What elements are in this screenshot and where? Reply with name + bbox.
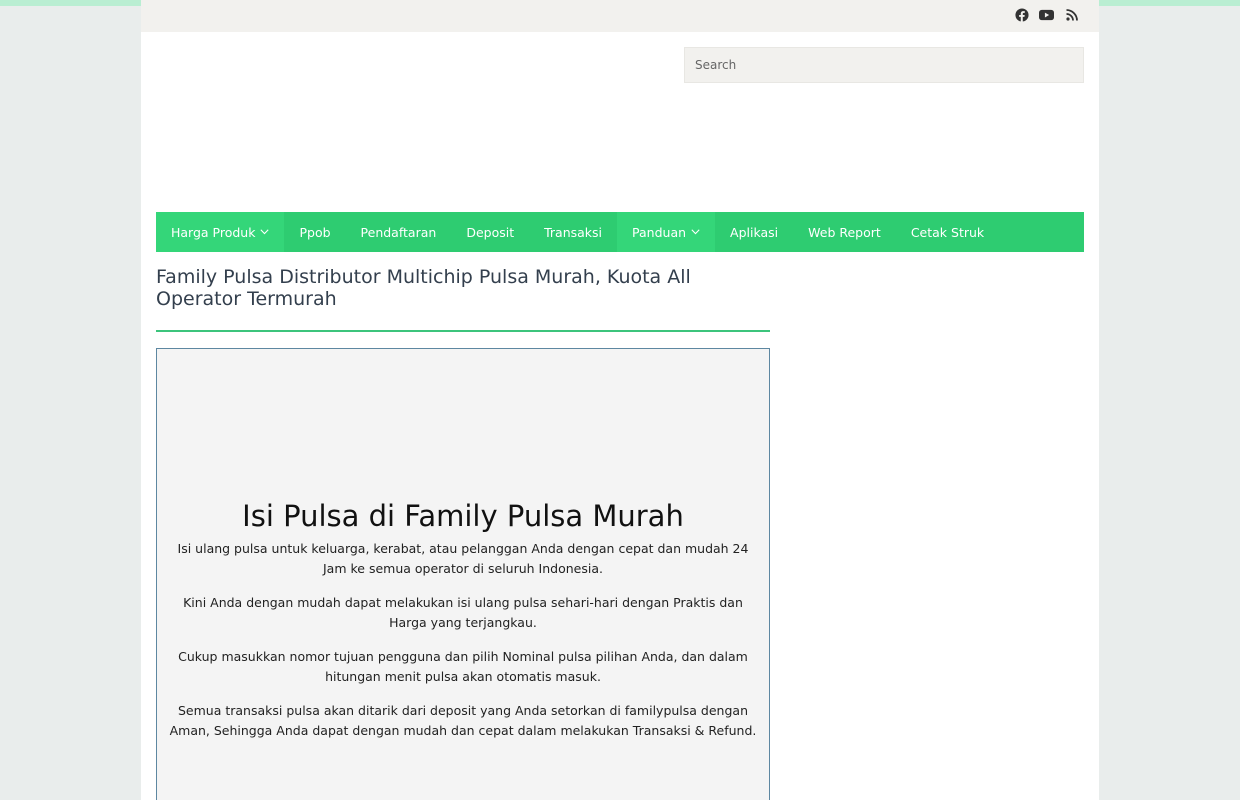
content-paragraph: Kini Anda dengan mudah dapat melakukan i…	[183, 595, 743, 630]
nav-item-label: Cetak Struk	[910, 224, 985, 240]
rss-icon[interactable]	[1064, 7, 1079, 22]
content-heading: Isi Pulsa di Family Pulsa Murah	[242, 499, 684, 533]
page-title: Family Pulsa Distributor Multichip Pulsa…	[156, 266, 691, 310]
nav-item-cetak-struk[interactable]: Cetak Struk	[896, 212, 999, 252]
nav-item-label: Harga Produk	[171, 224, 256, 240]
nav-item-deposit[interactable]: Deposit	[451, 212, 529, 252]
social-links	[1014, 7, 1079, 22]
nav-item-label: Transaksi	[544, 224, 603, 240]
nav-item-label: Ppob	[299, 224, 331, 240]
top-bar	[141, 0, 1099, 32]
content-paragraph: Semua transaksi pulsa akan ditarik dari …	[169, 703, 757, 738]
nav-item-harga-produk[interactable]: Harga Produk	[156, 212, 285, 252]
nav-item-transaksi[interactable]: Transaksi	[529, 212, 617, 252]
content-box: Isi Pulsa di Family Pulsa Murah Isi ulan…	[156, 348, 770, 800]
page-container: Harga Produk Ppob Pendaftaran Deposit Tr…	[141, 0, 1099, 800]
nav-item-label: Pendaftaran	[360, 224, 437, 240]
nav-item-ppob[interactable]: Ppob	[284, 212, 345, 252]
nav-item-label: Web Report	[808, 224, 881, 240]
content-paragraph: Isi ulang pulsa untuk keluarga, kerabat,…	[177, 541, 749, 576]
nav-item-web-report[interactable]: Web Report	[793, 212, 896, 252]
content-paragraph: Cukup masukkan nomor tujuan pengguna dan…	[178, 649, 748, 684]
search-input[interactable]	[684, 47, 1084, 83]
nav-item-aplikasi[interactable]: Aplikasi	[715, 212, 793, 252]
chevron-down-icon	[260, 229, 270, 235]
nav-item-label: Deposit	[466, 224, 515, 240]
nav-item-label: Panduan	[632, 224, 687, 240]
nav-item-label: Aplikasi	[730, 224, 779, 240]
nav-item-pendaftaran[interactable]: Pendaftaran	[346, 212, 452, 252]
youtube-icon[interactable]	[1039, 7, 1054, 22]
facebook-icon[interactable]	[1014, 7, 1029, 22]
chevron-down-icon	[691, 229, 700, 235]
main-nav: Harga Produk Ppob Pendaftaran Deposit Tr…	[156, 212, 1084, 252]
nav-item-panduan[interactable]: Panduan	[617, 212, 716, 252]
title-divider	[156, 330, 770, 332]
